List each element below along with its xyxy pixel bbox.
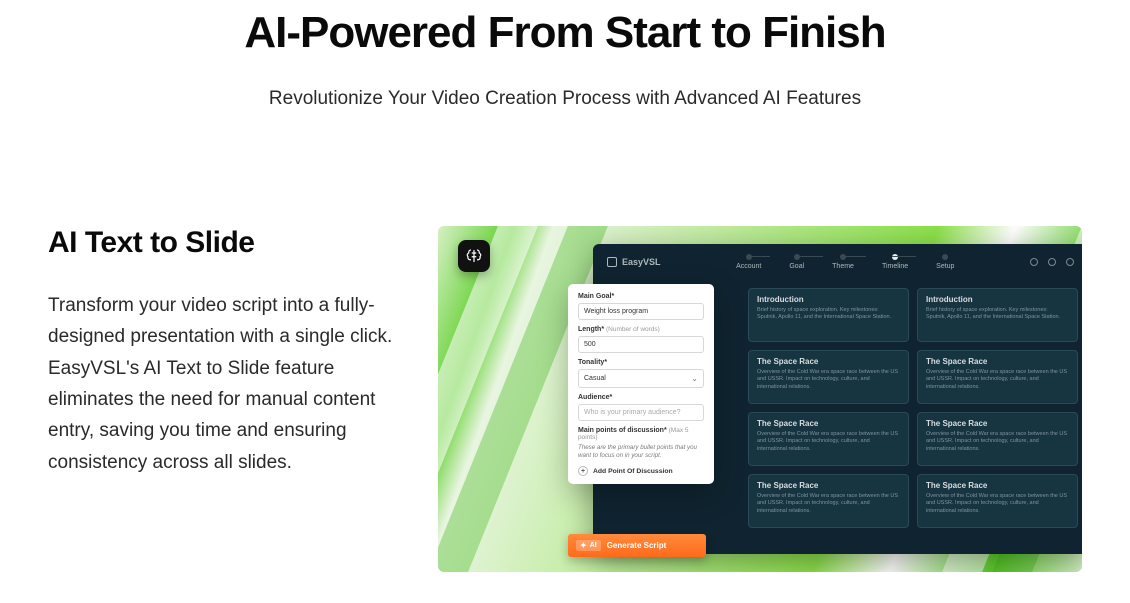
length-label: Length* (Number of words) — [578, 326, 704, 333]
settings-icon[interactable] — [1048, 258, 1056, 266]
slide-card[interactable]: The Space Race Overview of the Cold War e… — [748, 474, 909, 528]
sparkle-icon: ✦ — [580, 541, 587, 550]
slide-card[interactable]: The Space Race Overview of the Cold War e… — [748, 412, 909, 466]
slide-text: Overview of the Cold War era space race … — [926, 493, 1069, 515]
app-preview: EasyVSL Account Goal Theme Timeline Setup In… — [438, 226, 1082, 572]
feature-description: Transform your video script into a fully… — [48, 290, 398, 478]
add-point-label: Add Point Of Discussion — [593, 468, 673, 475]
main-goal-input[interactable]: Weight loss program — [578, 303, 704, 320]
slide-card[interactable]: The Space Race Overview of the Cold War e… — [917, 412, 1078, 466]
slide-title: Introduction — [926, 295, 1069, 304]
slide-text: Overview of the Cold War era space race … — [757, 493, 900, 515]
length-value: 500 — [584, 341, 596, 348]
page-subtitle: Revolutionize Your Video Creation Proces… — [0, 88, 1130, 110]
slide-title: The Space Race — [757, 357, 900, 366]
app-brand: EasyVSL — [607, 257, 661, 267]
main-goal-label: Main Goal* — [578, 293, 704, 300]
points-hint: These are the primary bullet points that… — [578, 444, 704, 460]
plus-icon: + — [578, 466, 588, 476]
slide-title: The Space Race — [926, 357, 1069, 366]
step-timeline[interactable]: Timeline — [882, 254, 908, 270]
help-icon[interactable] — [1030, 258, 1038, 266]
add-point-button[interactable]: + Add Point Of Discussion — [578, 466, 704, 476]
ai-brain-icon — [458, 240, 490, 272]
step-goal[interactable]: Goal — [789, 254, 804, 270]
account-icon[interactable] — [1066, 258, 1074, 266]
points-label: Main points of discussion* (Max 5 points… — [578, 427, 704, 441]
progress-stepper: Account Goal Theme Timeline Setup — [736, 254, 954, 270]
slide-card[interactable]: The Space Race Overview of the Cold War e… — [917, 474, 1078, 528]
step-theme[interactable]: Theme — [832, 254, 854, 270]
slide-title: The Space Race — [757, 481, 900, 490]
slide-title: The Space Race — [926, 481, 1069, 490]
slide-title: Introduction — [757, 295, 900, 304]
tonality-select[interactable]: Casual ⌄ — [578, 369, 704, 388]
slide-text: Brief history of space exploration. Key … — [757, 307, 900, 322]
slide-text: Overview of the Cold War era space race … — [757, 369, 900, 391]
slide-card[interactable]: The Space Race Overview of the Cold War e… — [748, 350, 909, 404]
page-title: AI-Powered From Start to Finish — [0, 8, 1130, 58]
chevron-down-icon: ⌄ — [691, 374, 698, 383]
generate-script-button[interactable]: ✦AI Generate Script — [568, 534, 706, 557]
step-setup[interactable]: Setup — [936, 254, 954, 270]
audience-input[interactable]: Who is your primary audience? — [578, 404, 704, 421]
slide-card[interactable]: Introduction Brief history of space explo… — [748, 288, 909, 342]
slide-text: Overview of the Cold War era space race … — [926, 369, 1069, 391]
audience-placeholder: Who is your primary audience? — [584, 409, 681, 416]
tonality-label: Tonality* — [578, 359, 704, 366]
slide-title: The Space Race — [926, 419, 1069, 428]
feature-title: AI Text to Slide — [48, 226, 398, 260]
tonality-value: Casual — [584, 375, 606, 382]
main-goal-value: Weight loss program — [584, 308, 648, 315]
slide-card[interactable]: The Space Race Overview of the Cold War e… — [917, 350, 1078, 404]
slide-title: The Space Race — [757, 419, 900, 428]
slide-text: Overview of the Cold War era space race … — [926, 431, 1069, 453]
slide-text: Brief history of space exploration. Key … — [926, 307, 1069, 322]
app-brand-name: EasyVSL — [622, 257, 661, 267]
step-account[interactable]: Account — [736, 254, 761, 270]
slide-text: Overview of the Cold War era space race … — [757, 431, 900, 453]
script-form-panel: Main Goal* Weight loss program Length* (… — [568, 284, 714, 484]
audience-label: Audience* — [578, 394, 704, 401]
slide-card[interactable]: Introduction Brief history of space explo… — [917, 288, 1078, 342]
app-logo-icon — [607, 257, 617, 267]
ai-tag-label: AI — [590, 542, 597, 549]
length-input[interactable]: 500 — [578, 336, 704, 353]
generate-label: Generate Script — [607, 541, 667, 550]
